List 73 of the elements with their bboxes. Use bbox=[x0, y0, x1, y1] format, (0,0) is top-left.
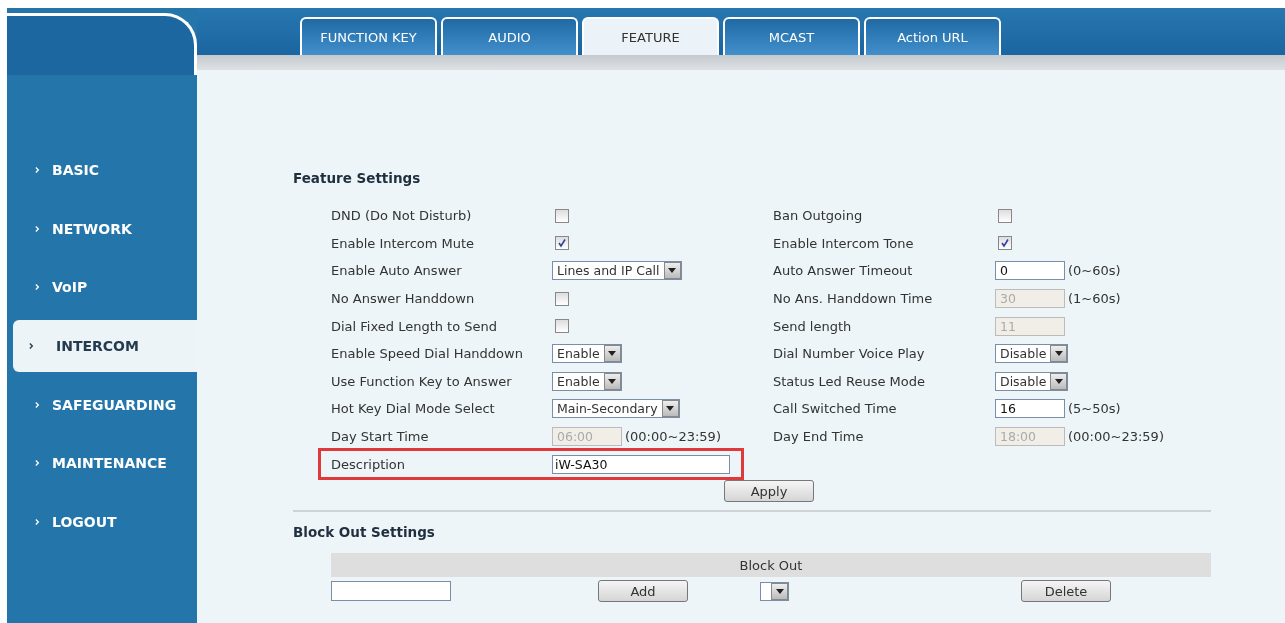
checkbox[interactable] bbox=[998, 208, 1012, 223]
section-title: Block Out Settings bbox=[293, 524, 436, 543]
caret-icon bbox=[668, 268, 677, 274]
sidebar-item[interactable]: LOGOUT bbox=[7, 492, 197, 552]
field-label: Description bbox=[331, 456, 407, 472]
chevron-icon bbox=[35, 459, 40, 468]
add-button[interactable]: Add bbox=[598, 580, 688, 603]
field-label: Day Start Time bbox=[331, 429, 430, 445]
field-label: Enable Auto Answer bbox=[331, 263, 463, 279]
tab[interactable]: AUDIO bbox=[441, 17, 578, 55]
caret-icon bbox=[666, 406, 675, 412]
sidebar-item[interactable]: VoIP bbox=[7, 258, 197, 317]
dropdown[interactable]: Enable bbox=[552, 371, 622, 391]
input-field[interactable] bbox=[331, 581, 451, 602]
range-hint: (5~50s) bbox=[1068, 401, 1121, 417]
checkbox[interactable] bbox=[555, 236, 569, 251]
caret-icon bbox=[775, 588, 784, 594]
dropdown[interactable]: Disable bbox=[995, 344, 1069, 364]
sidebar-item[interactable]: MAINTENANCE bbox=[7, 433, 197, 493]
tab[interactable]: FEATURE bbox=[582, 17, 719, 55]
chevron-icon bbox=[35, 224, 40, 233]
caret-icon bbox=[1054, 378, 1063, 384]
field-label: Hot Key Dial Mode Select bbox=[331, 401, 496, 417]
dropdown[interactable]: Enable bbox=[552, 344, 622, 364]
dropdown[interactable]: Disable bbox=[995, 371, 1069, 391]
field-label: Ban Outgoing bbox=[773, 208, 864, 224]
checkbox[interactable] bbox=[555, 319, 569, 334]
chevron-icon bbox=[35, 400, 40, 409]
sidebar-item[interactable]: NETWORK bbox=[7, 199, 197, 259]
caret-icon bbox=[1054, 351, 1063, 357]
field-label: Call Switched Time bbox=[773, 401, 898, 417]
input-field[interactable]: 0 bbox=[995, 261, 1065, 281]
field-label: Status Led Reuse Mode bbox=[773, 373, 926, 389]
section-title: Feature Settings bbox=[293, 170, 422, 188]
caret-icon bbox=[608, 351, 617, 357]
range-hint: (1~60s) bbox=[1068, 291, 1121, 307]
dropdown[interactable]: Lines and IP Call bbox=[552, 261, 682, 281]
field-label: Use Function Key to Answer bbox=[331, 373, 513, 389]
field-label: Send length bbox=[773, 318, 853, 334]
range-hint: (0~60s) bbox=[1068, 263, 1121, 279]
apply-button[interactable]: Apply bbox=[724, 480, 814, 503]
input-field[interactable]: 16 bbox=[995, 399, 1065, 419]
range-hint: (00:00~23:59) bbox=[1068, 429, 1164, 445]
chevron-icon bbox=[35, 166, 40, 175]
field-label: Enable Intercom Tone bbox=[773, 235, 915, 251]
caret-icon bbox=[608, 378, 617, 384]
field-label: Dial Number Voice Play bbox=[773, 346, 926, 362]
checkbox[interactable] bbox=[555, 291, 569, 306]
tab[interactable]: FUNCTION KEY bbox=[300, 17, 437, 55]
field-label: No Ans. Handdown Time bbox=[773, 291, 934, 307]
sidebar-item[interactable]: BASIC bbox=[7, 141, 197, 200]
tab[interactable]: Action URL bbox=[864, 17, 1001, 55]
checkbox[interactable] bbox=[998, 236, 1012, 251]
sidebar-item[interactable]: INTERCOM bbox=[13, 319, 197, 373]
range-hint: (00:00~23:59) bbox=[625, 429, 721, 445]
delete-button[interactable]: Delete bbox=[1021, 580, 1111, 603]
field-label: Auto Answer Timeout bbox=[773, 263, 914, 279]
input-field[interactable]: iW-SA30 bbox=[552, 454, 730, 474]
chevron-icon bbox=[35, 517, 40, 526]
field-label: Day End Time bbox=[773, 429, 865, 445]
field-label: No Answer Handdown bbox=[331, 291, 476, 307]
checkbox[interactable] bbox=[555, 208, 569, 223]
chevron-icon bbox=[35, 283, 40, 292]
field-label: Dial Fixed Length to Send bbox=[331, 318, 499, 334]
dropdown[interactable]: Main-Secondary bbox=[552, 399, 680, 419]
table-header: Block Out bbox=[331, 553, 1211, 578]
field-label: Enable Speed Dial Handdown bbox=[331, 346, 524, 362]
tab[interactable]: MCAST bbox=[723, 17, 860, 55]
chevron-icon bbox=[29, 342, 34, 351]
sidebar-item[interactable]: SAFEGUARDING bbox=[7, 375, 197, 434]
dropdown[interactable] bbox=[760, 581, 789, 601]
field-label: DND (Do Not Disturb) bbox=[331, 208, 473, 224]
field-label: Enable Intercom Mute bbox=[331, 235, 476, 251]
